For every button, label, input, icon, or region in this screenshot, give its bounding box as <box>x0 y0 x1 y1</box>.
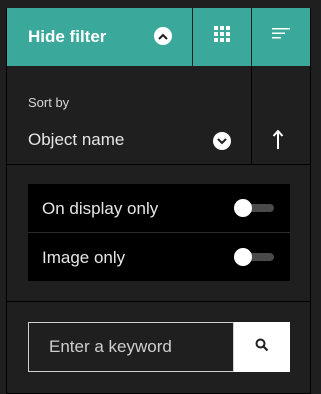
arrow-up-icon <box>272 129 284 149</box>
sort-field-select[interactable]: Object name <box>28 130 124 150</box>
section-divider <box>7 301 310 302</box>
on-display-only-toggle[interactable] <box>234 199 274 217</box>
toggle-knob <box>234 199 252 217</box>
sort-section: Sort by Object name <box>7 66 310 164</box>
filter-toolbar: Hide filter <box>7 8 310 66</box>
filter-toggles: On display only Image only <box>28 184 290 281</box>
sort-divider <box>251 66 252 164</box>
search-button[interactable] <box>234 322 290 372</box>
panel-border-right <box>310 8 311 394</box>
keyword-search-input[interactable] <box>28 322 234 372</box>
image-only-label: Image only <box>42 248 126 267</box>
chevron-up-icon <box>154 27 172 45</box>
filter-panel: Hide filter Sort by Object name On displ… <box>0 0 321 394</box>
toggle-row-on-display: On display only <box>28 184 290 233</box>
image-only-toggle[interactable] <box>234 248 274 266</box>
section-divider <box>7 164 310 165</box>
search-icon <box>255 338 269 357</box>
keyword-search <box>28 322 290 372</box>
toggle-knob <box>234 248 252 266</box>
list-sort-icon <box>272 27 290 48</box>
list-view-button[interactable] <box>252 8 310 66</box>
grid-view-button[interactable] <box>193 8 251 66</box>
hide-filter-button[interactable]: Hide filter <box>7 8 192 66</box>
on-display-only-label: On display only <box>42 199 159 218</box>
toggle-row-image-only: Image only <box>28 233 290 281</box>
sort-by-label: Sort by <box>28 95 70 110</box>
chevron-down-icon[interactable] <box>213 132 231 150</box>
sort-direction-button[interactable] <box>272 129 284 155</box>
hide-filter-label: Hide filter <box>28 27 107 46</box>
grid-view-icon <box>213 26 231 48</box>
